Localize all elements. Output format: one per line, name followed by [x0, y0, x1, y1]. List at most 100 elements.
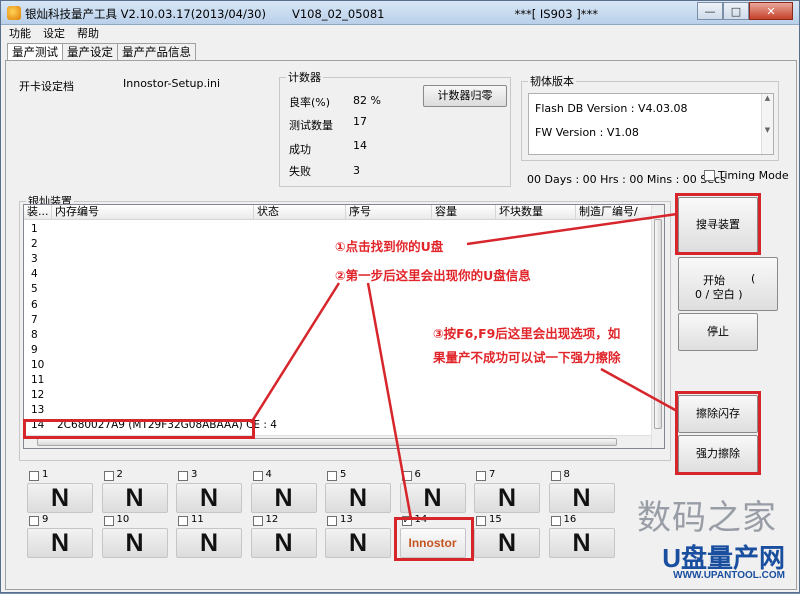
tested-label: 测试数量	[289, 119, 333, 132]
port-checkbox[interactable]	[476, 471, 486, 481]
menu-function[interactable]: 功能	[9, 26, 31, 42]
firmware-legend: 韧体版本	[530, 75, 574, 88]
port-status-tile[interactable]: N	[325, 528, 391, 558]
rate-label: 良率(%)	[289, 96, 331, 109]
col-device[interactable]: 装...	[24, 205, 52, 219]
port-status-tile[interactable]: N	[176, 528, 242, 558]
port-status-tile[interactable]: N	[27, 528, 93, 558]
annotation-step2: ②第一步后这里会出现你的U盘信息	[335, 268, 531, 283]
col-serial[interactable]: 序号	[346, 205, 432, 219]
port-status-tile[interactable]: N	[325, 483, 391, 513]
port-slot: 4N	[249, 469, 321, 513]
port-checkbox[interactable]	[103, 471, 114, 481]
port-slot: 13 N	[323, 514, 395, 558]
port-slot: 6N	[398, 469, 470, 513]
config-file: Innostor-Setup.ini	[123, 77, 221, 90]
port-checkbox[interactable]	[327, 516, 337, 526]
port-status-tile[interactable]: N	[101, 528, 168, 558]
row-number: 2	[31, 238, 38, 251]
port-checkbox[interactable]	[252, 471, 263, 481]
start-extra: (	[751, 272, 756, 285]
port-number: 13	[340, 514, 353, 525]
port-slot: 9N	[25, 514, 97, 558]
port-number: 1	[42, 469, 49, 480]
title-app: 银灿科技量产工具 V2.10.03.17(2013/04/30)	[25, 7, 266, 21]
port-checkbox[interactable]	[252, 516, 263, 526]
row-number: 11	[31, 374, 45, 386]
port-checkbox[interactable]	[29, 471, 39, 481]
vscroll-thumb[interactable]	[654, 219, 662, 429]
table-row[interactable]: 6	[24, 298, 652, 313]
table-header: 装... 内存编号 状态 序号 容量 坏块数量 制造厂编号/	[24, 205, 652, 220]
table-row[interactable]: 1	[24, 222, 652, 237]
reset-counter-button[interactable]: 计数器归零	[423, 85, 507, 107]
menu-bar: 功能 设定 帮助	[1, 26, 799, 42]
table-vertical-scrollbar[interactable]	[651, 205, 664, 448]
firmware-info-box: Flash DB Version : V4.03.08 FW Version :…	[528, 93, 774, 155]
annotation-step1: ①点击找到你的U盘	[335, 239, 444, 254]
app-window: 银灿科技量产工具 V2.10.03.17(2013/04/30) V108_02_…	[0, 0, 800, 593]
port-status-tile[interactable]: N	[474, 528, 540, 558]
port-checkbox[interactable]	[178, 516, 188, 526]
menu-help[interactable]: 帮助	[77, 26, 99, 42]
port-number: 2	[116, 469, 123, 480]
start-button[interactable]: 开始 ( 0 / 空白 )	[678, 257, 778, 311]
tab-production-settings[interactable]: 量产设定	[62, 43, 118, 61]
port-number: 6	[414, 469, 421, 480]
flashdb-version: Flash DB Version : V4.03.08	[535, 102, 688, 115]
title-bar: 银灿科技量产工具 V2.10.03.17(2013/04/30) V108_02_…	[1, 1, 799, 25]
port-slot: 11 N	[174, 514, 246, 558]
start-subtitle: 0 / 空白 )	[695, 288, 743, 301]
port-slot: 7N	[472, 469, 544, 513]
row-number: 7	[31, 313, 38, 326]
minimize-icon[interactable]: —	[697, 2, 723, 20]
port-checkbox[interactable]	[103, 516, 114, 526]
success-value: 14	[353, 139, 367, 152]
port-checkbox[interactable]	[29, 516, 39, 526]
port-status-tile[interactable]: N	[250, 483, 317, 513]
port-checkbox[interactable]	[476, 516, 486, 526]
row-number: 1	[31, 223, 38, 235]
annotation-step3-line1: ③按F6,F9后这里会出现选项，如	[433, 326, 621, 341]
port-slot: 5N	[323, 469, 395, 513]
timing-mode-checkbox[interactable]	[704, 170, 715, 181]
table-row[interactable]: 13	[24, 403, 652, 418]
title-version: V108_02_05081	[291, 7, 385, 21]
port-status-tile[interactable]: N	[474, 483, 540, 513]
tab-production-test[interactable]: 量产测试	[7, 43, 63, 61]
tab-product-info[interactable]: 量产产品信息	[117, 43, 196, 61]
table-row[interactable]: 5	[24, 282, 652, 297]
highlight-search-button	[675, 193, 761, 255]
port-checkbox[interactable]	[550, 516, 561, 526]
port-status-tile[interactable]: N	[101, 483, 168, 513]
col-status[interactable]: 状态	[254, 205, 346, 219]
port-number: 3	[191, 469, 198, 480]
firmware-group: 韧体版本 Flash DB Version : V4.03.08 FW Vers…	[521, 73, 779, 161]
col-bad-blocks[interactable]: 坏块数量	[496, 205, 576, 219]
watermark: 数码之家 U盘量产网 WWW.UPANTOOL.COM	[591, 488, 791, 588]
port-status-tile[interactable]: N	[399, 483, 466, 513]
port-checkbox[interactable]	[178, 471, 188, 481]
col-capacity[interactable]: 容量	[432, 205, 496, 219]
maximize-icon[interactable]: □	[723, 2, 749, 20]
port-slot: 1N	[25, 469, 97, 513]
port-checkbox[interactable]	[550, 471, 561, 481]
firmware-scrollbar[interactable]: ▲ ▼	[761, 94, 773, 154]
port-status-tile[interactable]: N	[176, 483, 242, 513]
port-checkbox[interactable]	[401, 471, 412, 481]
port-slot: 2N	[100, 469, 172, 513]
col-memory-id[interactable]: 内存编号	[52, 205, 254, 219]
row-number: 4	[31, 268, 38, 281]
close-icon[interactable]: ✕	[749, 2, 793, 20]
stop-button[interactable]: 停止	[678, 313, 758, 351]
port-checkbox[interactable]	[327, 471, 337, 481]
annotation-step3-line2: 果量产不成功可以试一下强力擦除	[433, 350, 621, 365]
table-row[interactable]: 11	[24, 373, 652, 388]
port-status-tile[interactable]: N	[250, 528, 317, 558]
col-manufacturer[interactable]: 制造厂编号/	[576, 205, 652, 219]
table-row[interactable]: 12	[24, 388, 652, 403]
hscroll-thumb[interactable]	[37, 438, 617, 446]
menu-settings[interactable]: 设定	[43, 26, 65, 42]
port-status-tile[interactable]: N	[27, 483, 93, 513]
row-number: 9	[31, 343, 38, 356]
